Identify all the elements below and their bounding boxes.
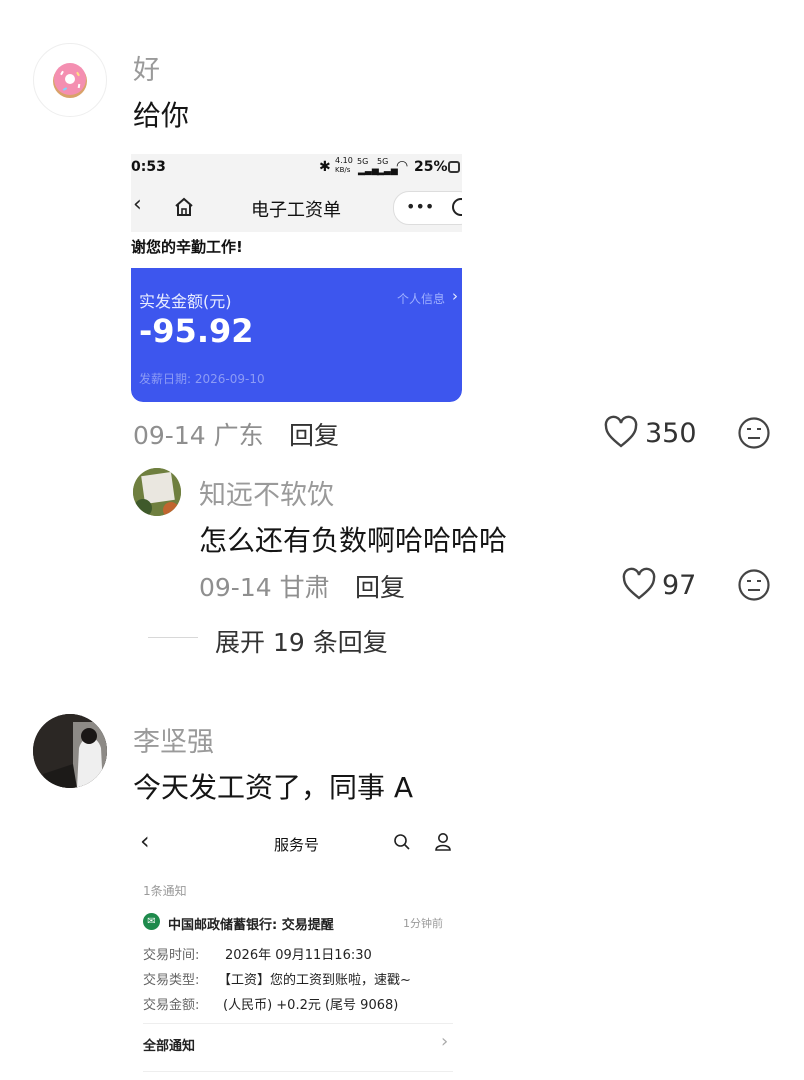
page-title: 服务号	[274, 836, 320, 854]
capsule-menu[interactable]: •••	[393, 191, 462, 225]
username[interactable]: 好	[133, 48, 160, 87]
net-speed: 4.10	[335, 156, 353, 165]
user-icon[interactable]	[434, 832, 452, 851]
like-count: 350	[645, 418, 697, 449]
nav-bar: ‹ 电子工资单 •••	[131, 182, 462, 232]
wifi-icon: ◠	[396, 158, 409, 174]
personal-info-link[interactable]: 个人信息	[397, 290, 445, 307]
back-icon[interactable]: ‹	[133, 192, 142, 217]
page-title: 电子工资单	[251, 200, 341, 221]
avatar-image	[133, 468, 181, 516]
comment-text: 怎么还有负数啊哈哈哈哈	[199, 524, 508, 557]
heart-icon[interactable]	[621, 567, 657, 601]
divider	[143, 1023, 453, 1024]
row-value: 【工资】您的工资到账啦，速戳~	[218, 973, 411, 988]
thanks-text: 谢您的辛勤工作!	[131, 238, 243, 256]
divider	[148, 637, 198, 638]
dislike-face-icon[interactable]	[737, 416, 771, 450]
username[interactable]: 李坚强	[133, 720, 214, 759]
dislike-face-icon[interactable]	[737, 568, 771, 602]
bluetooth-icon: ✱	[319, 159, 331, 175]
row-value: (人民币) +0.2元 (尾号 9068)	[223, 998, 399, 1013]
expand-replies-button[interactable]: 展开 19 条回复	[215, 623, 388, 659]
avatar[interactable]	[33, 43, 107, 117]
divider	[143, 1071, 453, 1072]
notice-count: 1条通知	[143, 884, 187, 898]
close-circle-icon[interactable]	[452, 198, 462, 216]
avatar[interactable]	[133, 468, 181, 516]
row-value: 2026年 09月11日16:30	[225, 948, 372, 963]
battery-icon	[448, 161, 460, 173]
battery-level: 25%	[414, 159, 448, 175]
net-speed-unit: KB/s	[335, 166, 351, 174]
row-label: 交易类型:	[143, 973, 200, 988]
net-label-1: 5G	[357, 157, 369, 166]
username[interactable]: 知远不软饮	[199, 473, 334, 512]
chevron-right-icon[interactable]: ›	[441, 1031, 448, 1052]
net-label-2: 5G	[377, 157, 389, 166]
chevron-right-icon[interactable]: ›	[452, 287, 458, 305]
more-icon[interactable]: •••	[406, 197, 434, 216]
all-notices-link[interactable]: 全部通知	[143, 1035, 195, 1054]
like-count: 97	[662, 570, 697, 601]
bank-name: 中国邮政储蓄银行: 交易提醒	[168, 918, 334, 933]
comment-meta: 09-14 甘肃	[199, 573, 330, 602]
signal-icon: ▂▃▅	[358, 166, 379, 176]
donut-icon	[53, 63, 87, 98]
heart-icon[interactable]	[603, 415, 639, 449]
reply-button[interactable]: 回复	[355, 568, 405, 604]
signal-icon: ▂▃▅	[377, 166, 398, 176]
status-time: 0:53	[131, 159, 166, 175]
bank-logo-icon: ✉	[143, 913, 160, 930]
avatar-image	[33, 714, 107, 788]
salary-card: 实发金额(元) 个人信息 › -95.92 发薪日期: 2026-09-10	[131, 268, 462, 402]
back-icon[interactable]: ‹	[140, 827, 150, 855]
comment-text: 今天发工资了，同事 A	[133, 771, 414, 804]
avatar[interactable]	[33, 714, 107, 788]
row-label: 交易金额:	[143, 998, 200, 1013]
bank-notice-image[interactable]: ‹ 服务号 1条通知 ✉ 中国邮政储蓄银行: 交易提醒 1分钟前 交易时间: 2…	[131, 815, 464, 1080]
amount-label: 实发金额(元)	[139, 292, 232, 311]
comment-text: 给你	[133, 99, 190, 132]
notice-time: 1分钟前	[403, 917, 443, 930]
pay-date: 发薪日期: 2026-09-10	[139, 372, 265, 386]
amount-value: -95.92	[139, 312, 254, 350]
status-bar: 0:53 ✱ 4.10 KB/s 5G ▂▃▅ 5G ▂▃▅ ◠ 25%	[131, 154, 462, 182]
salary-slip-image[interactable]: 0:53 ✱ 4.10 KB/s 5G ▂▃▅ 5G ▂▃▅ ◠ 25% ‹ 电…	[131, 154, 462, 402]
home-icon[interactable]	[173, 196, 195, 218]
row-label: 交易时间:	[143, 948, 200, 963]
reply-button[interactable]: 回复	[289, 416, 339, 452]
search-icon[interactable]	[393, 833, 411, 851]
comment-meta: 09-14 广东	[133, 421, 264, 450]
